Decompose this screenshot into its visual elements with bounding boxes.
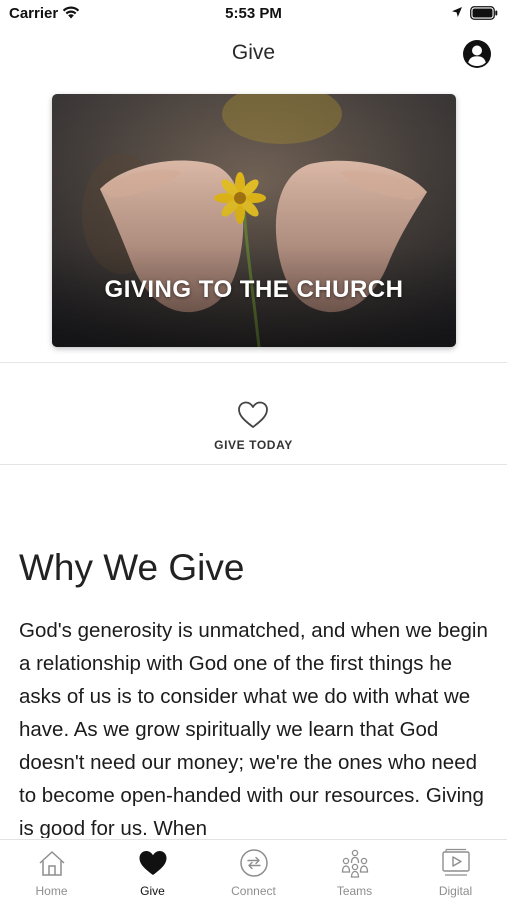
tab-label: Digital	[438, 884, 473, 898]
hero-banner[interactable]: GIVING TO THE CHURCH	[52, 94, 456, 347]
divider	[0, 362, 507, 363]
battery-icon	[470, 6, 498, 20]
article-body: God's generosity is unmatched, and when …	[19, 619, 488, 838]
connect-arrows-icon	[240, 849, 268, 877]
hero-image	[52, 94, 456, 347]
article-heading: Why We Give	[19, 547, 245, 588]
tab-connect[interactable]: Connect	[203, 840, 304, 900]
hero-title: GIVING TO THE CHURCH	[104, 276, 404, 303]
heart-filled-icon	[139, 851, 167, 875]
tab-label: Give	[140, 884, 165, 898]
people-icon	[341, 849, 369, 878]
play-video-icon	[442, 848, 470, 876]
tab-teams[interactable]: Teams	[304, 840, 405, 900]
tab-home[interactable]: Home	[1, 840, 102, 900]
tab-give[interactable]: Give	[102, 840, 203, 900]
home-icon	[39, 851, 65, 876]
give-today-label: GIVE TODAY	[214, 438, 293, 452]
tab-label: Home	[35, 884, 68, 898]
nav-bar: Give	[0, 28, 507, 78]
tab-bar: Home Give Connect Teams Digital	[0, 839, 507, 900]
tab-label: Connect	[231, 884, 276, 898]
divider	[0, 464, 507, 465]
page-title: Give	[231, 41, 276, 64]
tab-digital[interactable]: Digital	[405, 840, 506, 900]
give-today-button[interactable]: GIVE TODAY	[190, 394, 317, 458]
location-arrow-icon	[452, 7, 462, 17]
heart-outline-icon	[238, 401, 268, 428]
user-circle-icon[interactable]	[462, 39, 492, 69]
tab-label: Teams	[336, 884, 373, 898]
status-bar: Carrier 5:53 PM	[0, 0, 507, 28]
clock: 5:53 PM	[225, 5, 282, 22]
